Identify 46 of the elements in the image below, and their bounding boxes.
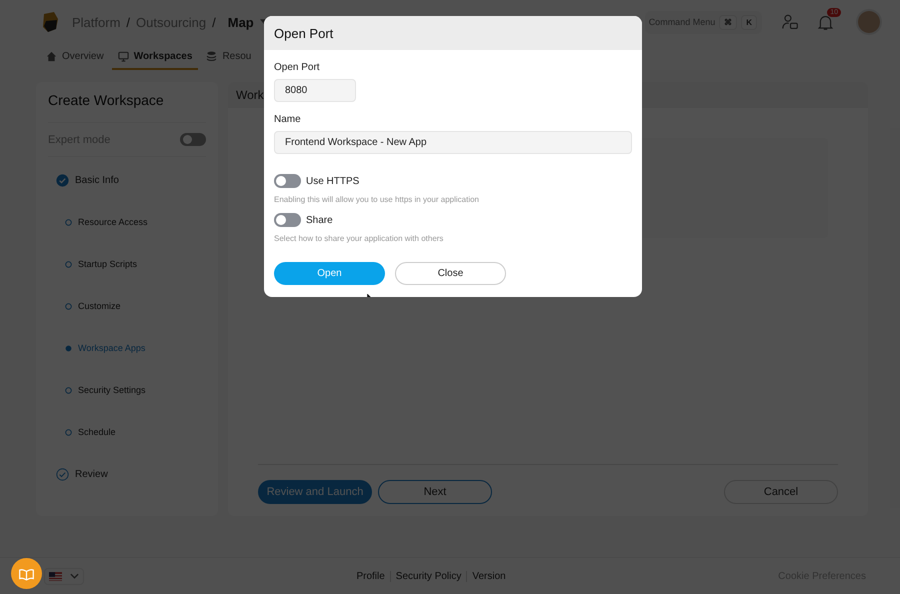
field-label: Name (274, 114, 301, 125)
hint-text: Enabling this will allow you to use https in your application (274, 195, 480, 204)
home-icon (46, 50, 57, 62)
breadcrumb-separator: / (212, 14, 216, 30)
shortcut-key: K (741, 14, 757, 30)
nav-tab[interactable]: Overview (40, 44, 110, 70)
step-link[interactable]: Customize (78, 301, 121, 311)
sidebar-title: Create Workspace (48, 92, 165, 108)
flag-icon (49, 572, 62, 580)
shortcut-key: ⌘ (719, 14, 738, 30)
database-icon (206, 50, 218, 62)
footer-link[interactable]: Profile (351, 570, 390, 582)
step-link[interactable]: Security Settings (78, 385, 146, 395)
nav-tab[interactable]: Resou (200, 44, 258, 70)
cancel-button[interactable]: Cancel (724, 480, 838, 504)
close-button[interactable]: Close (395, 262, 506, 285)
step-link[interactable]: Schedule (78, 427, 116, 437)
monitor-icon (118, 50, 129, 62)
expert-mode-toggle[interactable] (180, 133, 206, 146)
bell-icon[interactable] (817, 14, 834, 30)
next-button[interactable]: Next (378, 480, 492, 504)
open-button[interactable]: Open (274, 262, 385, 285)
toggle-label: Share (306, 214, 333, 226)
step-link[interactable]: Review (75, 468, 108, 480)
avatar[interactable] (858, 11, 880, 33)
chevron-down-icon (70, 573, 79, 579)
toggle-label: Use HTTPS (306, 176, 360, 186)
name-input-field[interactable]: Frontend Workspace - New App (274, 131, 632, 154)
panel-title: Work (236, 88, 264, 102)
port-input-field[interactable]: 8080 (274, 79, 356, 102)
toggle-switch[interactable] (274, 174, 301, 188)
step-link[interactable]: Workspace Apps (78, 343, 146, 353)
review-launch-button[interactable]: Review and Launch (258, 480, 372, 504)
person-chat-icon[interactable] (782, 14, 799, 30)
footer-link[interactable]: Version (466, 570, 511, 582)
nav-tab[interactable]: Workspaces (112, 44, 198, 70)
step-link[interactable]: Startup Scripts (78, 259, 138, 269)
step-link[interactable]: Resource Access (78, 217, 148, 227)
hint-text: Select how to share your application with others (274, 234, 444, 243)
footer-link[interactable]: Security Policy (390, 570, 466, 582)
field-label: Open Port (274, 62, 320, 73)
toggle-switch[interactable] (274, 213, 301, 227)
dialog-title: Open Port (274, 26, 334, 40)
breadcrumb-separator: / (126, 14, 130, 30)
logo-icon (40, 11, 60, 33)
step-link[interactable]: Basic Info (75, 174, 119, 186)
